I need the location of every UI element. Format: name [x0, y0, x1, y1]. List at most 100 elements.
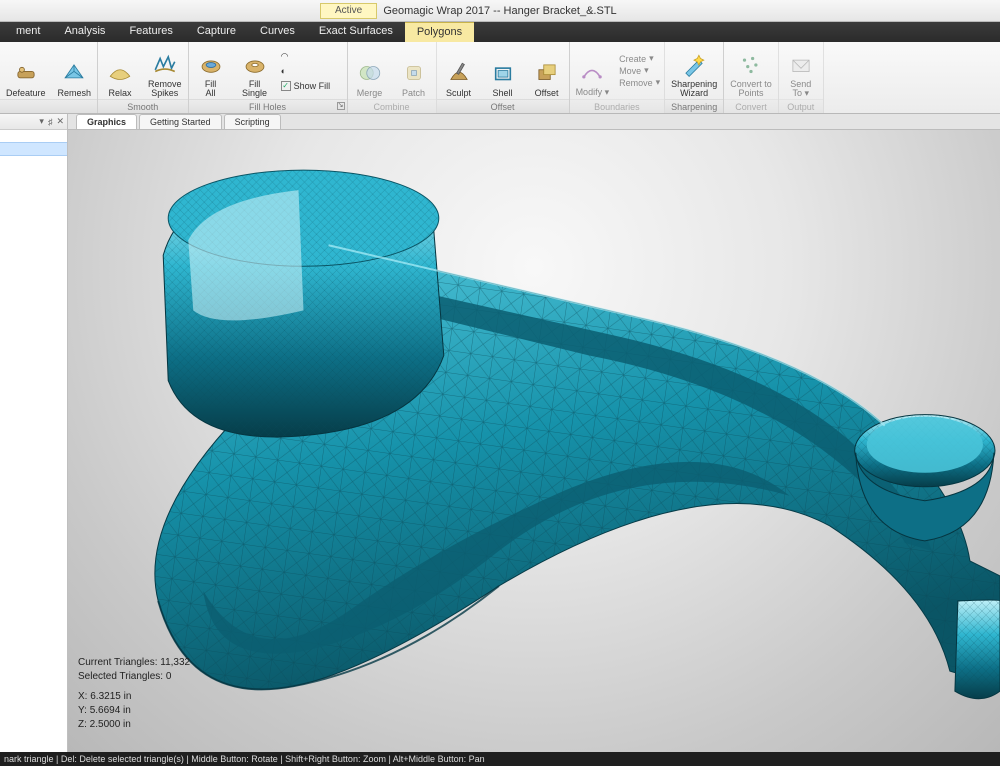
current-triangles: Current Triangles: 11,332: [78, 656, 190, 670]
fill-options: ◠ ◐ ✓Show Fill: [277, 42, 347, 99]
group-offset-label: Offset: [437, 99, 569, 113]
fill-all-label: FillAll: [205, 80, 217, 98]
coord-z: Z: 2.5000 in: [78, 718, 190, 732]
show-fill-label: Show Fill: [294, 81, 331, 91]
model-tree-row[interactable]: [0, 142, 67, 156]
model-render: [68, 130, 1000, 751]
group-convert-label: Convert: [724, 99, 778, 113]
offset-button[interactable]: Offset: [525, 42, 569, 99]
menu-exact-surfaces[interactable]: Exact Surfaces: [307, 22, 405, 42]
ribbon-group-fill-holes: FillAll FillSingle ◠ ◐ ✓Show Fill Fill H…: [189, 42, 348, 113]
side-panel-body[interactable]: [0, 130, 67, 752]
group-sharpening-label: Sharpening: [665, 99, 723, 113]
patch-icon: [400, 59, 428, 87]
relax-icon: [106, 59, 134, 87]
remove-spikes-label: RemoveSpikes: [148, 80, 182, 98]
fill-single-button[interactable]: FillSingle: [233, 42, 277, 99]
fill-holes-launcher[interactable]: ↘: [337, 102, 345, 110]
boundary-remove[interactable]: Remove ▾: [619, 77, 660, 88]
relax-label: Relax: [109, 88, 132, 98]
group-smooth-label: Smooth: [98, 99, 188, 113]
sharpening-wizard-label: SharpeningWizard: [671, 80, 717, 98]
menu-bar: ment Analysis Features Capture Curves Ex…: [0, 22, 1000, 42]
fill-single-icon: [241, 51, 269, 79]
viewport-info-overlay: Current Triangles: 11,332 Selected Trian…: [78, 656, 190, 732]
3d-viewport[interactable]: Current Triangles: 11,332 Selected Trian…: [68, 130, 1000, 752]
menu-polygons[interactable]: Polygons: [405, 22, 474, 42]
group-boundaries-label: Boundaries: [570, 99, 665, 113]
title-bar: Active Geomagic Wrap 2017 -- Hanger Brac…: [0, 0, 1000, 22]
fill-opt-1[interactable]: ◠: [281, 51, 343, 65]
group-basic-label: [0, 99, 97, 113]
offset-label: Offset: [535, 88, 559, 98]
send-to-label: SendTo ▾: [790, 80, 811, 98]
tab-graphics[interactable]: Graphics: [76, 114, 137, 129]
merge-icon: [356, 59, 384, 87]
shell-label: Shell: [493, 88, 513, 98]
ribbon-group-combine: Merge Patch Combine: [348, 42, 437, 113]
defeature-icon: [12, 59, 40, 87]
fill-all-button[interactable]: FillAll: [189, 42, 233, 99]
defeature-label: Defeature: [6, 88, 46, 98]
relax-button[interactable]: Relax: [98, 42, 142, 99]
active-badge: Active: [320, 3, 377, 19]
shell-button[interactable]: Shell: [481, 42, 525, 99]
patch-button[interactable]: Patch: [392, 42, 436, 99]
remesh-icon: [60, 59, 88, 87]
ribbon-group-smooth: Relax RemoveSpikes Smooth: [98, 42, 189, 113]
send-to-button[interactable]: SendTo ▾: [779, 42, 823, 99]
menu-alignment[interactable]: ment: [4, 22, 52, 42]
ribbon-group-sharpening: SharpeningWizard Sharpening: [665, 42, 724, 113]
remesh-button[interactable]: Remesh: [52, 42, 98, 99]
side-panel-header: ▾ ♯ ✕: [0, 114, 67, 130]
group-fill-holes-label: Fill Holes↘: [189, 99, 347, 113]
sharpening-wizard-button[interactable]: SharpeningWizard: [665, 42, 723, 99]
modify-button[interactable]: Modify ▾: [570, 42, 616, 99]
viewport-area: Graphics Getting Started Scripting: [68, 114, 1000, 752]
ribbon: Defeature Remesh Relax RemoveSpikes Smoo…: [0, 42, 1000, 114]
defeature-button[interactable]: Defeature: [0, 42, 52, 99]
window-title: Geomagic Wrap 2017 -- Hanger Bracket_&.S…: [383, 5, 616, 17]
patch-label: Patch: [402, 88, 425, 98]
menu-capture[interactable]: Capture: [185, 22, 248, 42]
ribbon-group-offset: Sculpt Shell Offset Offset: [437, 42, 570, 113]
menu-analysis[interactable]: Analysis: [52, 22, 117, 42]
boundary-options: Create ▾ Move ▾ Remove ▾: [615, 42, 664, 99]
ribbon-group-convert: Convert toPoints Convert: [724, 42, 779, 113]
view-tabs: Graphics Getting Started Scripting: [68, 114, 1000, 130]
workspace: ▾ ♯ ✕ Graphics Getting Started Scripting: [0, 114, 1000, 752]
fill-all-icon: [197, 51, 225, 79]
group-combine-label: Combine: [348, 99, 436, 113]
menu-curves[interactable]: Curves: [248, 22, 307, 42]
shell-icon: [489, 59, 517, 87]
panel-dropdown-icon[interactable]: ▾: [39, 116, 44, 127]
tab-scripting[interactable]: Scripting: [224, 114, 281, 129]
sculpt-label: Sculpt: [446, 88, 471, 98]
fill-opt-2[interactable]: ◐: [281, 66, 343, 80]
points-icon: [737, 51, 765, 79]
panel-pin-icon[interactable]: ♯: [48, 117, 53, 127]
remove-spikes-button[interactable]: RemoveSpikes: [142, 42, 188, 99]
partial-fill-icon: ◐: [281, 66, 295, 80]
modify-icon: [578, 58, 606, 86]
modify-label: Modify ▾: [576, 87, 610, 98]
ribbon-group-boundaries: Modify ▾ Create ▾ Move ▾ Remove ▾ Bounda…: [570, 42, 666, 113]
menu-features[interactable]: Features: [117, 22, 184, 42]
merge-button[interactable]: Merge: [348, 42, 392, 99]
status-bar: nark triangle | Del: Delete selected tri…: [0, 752, 1000, 766]
boundary-create[interactable]: Create ▾: [619, 53, 660, 64]
coord-x: X: 6.3215 in: [78, 690, 190, 704]
convert-to-points-button[interactable]: Convert toPoints: [724, 42, 778, 99]
fill-single-label: FillSingle: [242, 80, 267, 98]
side-panel: ▾ ♯ ✕: [0, 114, 68, 752]
group-output-label: Output: [779, 99, 823, 113]
send-icon: [787, 51, 815, 79]
tab-getting-started[interactable]: Getting Started: [139, 114, 222, 129]
sculpt-icon: [445, 59, 473, 87]
ribbon-group-output: SendTo ▾ Output: [779, 42, 824, 113]
checkbox-icon: ✓: [281, 81, 291, 91]
boundary-move[interactable]: Move ▾: [619, 65, 660, 76]
show-fill-check[interactable]: ✓Show Fill: [281, 81, 343, 91]
panel-close-icon[interactable]: ✕: [56, 116, 64, 127]
sculpt-button[interactable]: Sculpt: [437, 42, 481, 99]
